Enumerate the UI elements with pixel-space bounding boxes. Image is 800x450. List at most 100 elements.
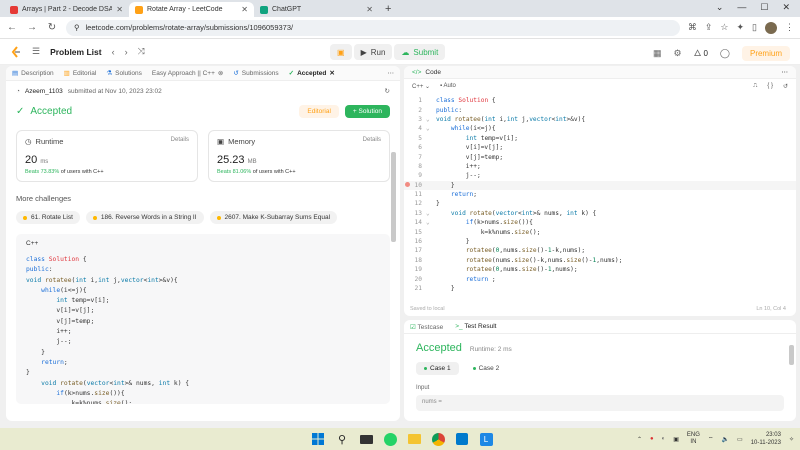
refresh-icon[interactable]: ↻ <box>385 87 390 95</box>
tab-title: ChatGPT <box>272 6 302 13</box>
settings-icon[interactable]: ⚙ <box>674 48 682 59</box>
volume-icon[interactable]: 🔈 <box>722 436 729 443</box>
close-window-icon[interactable]: ✕ <box>782 2 790 13</box>
bookmark-icon[interactable]: ⎍ <box>753 83 757 90</box>
breakpoint-dot[interactable] <box>404 181 410 187</box>
problem-list-link[interactable]: Problem List <box>50 47 101 57</box>
clock[interactable]: 23:03 10-11-2023 <box>751 431 781 447</box>
prev-problem-icon[interactable]: ‹ <box>112 47 115 57</box>
case-1-tab[interactable]: Case 1 <box>416 362 459 375</box>
editor-line: 13 ⌄ void rotate(vector<int>& nums, int k… <box>404 209 796 218</box>
code-line: void rotatee(int i,int j,vector<int>&v){ <box>26 276 178 284</box>
browser-tab-leetcode[interactable]: Rotate Array - LeetCode ✕ <box>129 2 254 17</box>
keyboard-language[interactable]: ENG IN <box>687 432 700 446</box>
challenge-chip[interactable]: 61. Rotate List <box>16 211 80 224</box>
tab-submissions[interactable]: ↺ Submissions <box>233 69 278 78</box>
layout-icon[interactable]: ▦ <box>653 48 662 59</box>
user-avatar-icon[interactable]: ◯ <box>720 48 730 59</box>
notification-icon[interactable]: ✧ <box>789 436 794 443</box>
line-number: 2 <box>418 106 422 114</box>
tray-app-icon-2[interactable]: ◐ <box>662 436 666 442</box>
forward-arrow-icon[interactable]: → <box>26 22 38 33</box>
runtime-details[interactable]: Details <box>171 137 189 143</box>
tab-description[interactable]: ▤ Description <box>12 69 54 78</box>
close-icon[interactable]: ⊗ <box>218 69 223 77</box>
challenge-chip[interactable]: 2607. Make K-Subarray Sums Equal <box>209 211 338 224</box>
tab-accepted[interactable]: ✓ Accepted ✕ <box>289 69 335 78</box>
search-icon[interactable]: ⚲ <box>333 430 351 448</box>
wifi-icon[interactable]: ⌔ <box>708 435 714 443</box>
menu-dots-icon[interactable]: ⋮ <box>785 22 794 33</box>
extensions-icon[interactable]: ✦ <box>737 22 745 33</box>
premium-button[interactable]: Premium <box>741 45 790 61</box>
leetcode-logo-icon[interactable] <box>10 45 22 58</box>
folder-icon[interactable] <box>405 430 423 448</box>
tray-app-icon-3[interactable]: ▣ <box>673 436 679 443</box>
fold-gutter[interactable]: ⌄ <box>426 219 436 226</box>
code-editor[interactable]: 1 class Solution {2 public: 3 ⌄ void rotatee(… <box>404 96 796 293</box>
fold-gutter[interactable]: ⌄ <box>426 125 436 132</box>
shuffle-icon[interactable]: ⤨ <box>138 46 145 57</box>
braces-icon[interactable]: { } <box>767 83 773 90</box>
memory-details[interactable]: Details <box>363 137 381 143</box>
battery-icon[interactable]: ▭ <box>737 436 743 443</box>
browser-tab-decode-dsa[interactable]: Arrays | Part 2 - Decode DSA wit ✕ <box>4 2 129 17</box>
chevron-up-icon[interactable]: ⌃ <box>637 436 642 443</box>
app-l-icon[interactable]: L <box>477 430 495 448</box>
windows-start-icon[interactable] <box>309 430 327 448</box>
whatsapp-icon[interactable] <box>381 430 399 448</box>
list-icon[interactable]: ☰ <box>32 46 40 57</box>
vscode-icon[interactable] <box>453 430 471 448</box>
tab-editorial[interactable]: ▥ Editorial <box>64 69 97 78</box>
reload-icon[interactable]: ↻ <box>46 22 58 33</box>
run-button[interactable]: ▶ Run <box>353 44 393 60</box>
solution-button[interactable]: + Solution <box>344 105 390 118</box>
challenge-chip[interactable]: 186. Reverse Words in a String II <box>85 211 204 224</box>
left-scrollbar[interactable] <box>391 152 396 242</box>
tab-solutions[interactable]: ⚗ Solutions <box>106 69 142 78</box>
auto-mode[interactable]: ▪ Auto <box>440 83 456 89</box>
url-field[interactable]: ⚲ leetcode.com/problems/rotate-array/sub… <box>66 19 680 36</box>
submitted-code[interactable]: class Solution {public: void rotatee(int … <box>26 255 380 404</box>
share-icon[interactable]: ⇪ <box>705 22 713 33</box>
close-tab-icon[interactable]: ✕ <box>241 5 248 14</box>
tab-easy-approach[interactable]: Easy Approach || C++ ⊗ <box>152 69 223 78</box>
close-icon[interactable]: ✕ <box>329 69 334 77</box>
browser-tab-chatgpt[interactable]: ChatGPT ✕ <box>254 2 379 17</box>
editorial-button[interactable]: Editorial <box>299 105 339 118</box>
editor-tab-code[interactable]: Code <box>425 69 441 76</box>
debug-button[interactable]: ▣ <box>330 44 352 60</box>
site-info-icon[interactable]: ⚲ <box>74 23 80 32</box>
more-dots-icon[interactable]: ⋯ <box>388 69 395 77</box>
more-dots-icon[interactable]: ⋯ <box>782 68 789 76</box>
new-tab-button[interactable]: + <box>379 2 397 17</box>
next-problem-icon[interactable]: › <box>125 47 128 57</box>
result-scrollbar[interactable] <box>789 345 794 365</box>
editor-line-code: } <box>436 181 455 189</box>
tab-testcase[interactable]: ☑ Testcase <box>410 323 443 331</box>
minimize-icon[interactable]: — <box>737 2 746 13</box>
close-tab-icon[interactable]: ✕ <box>116 5 123 14</box>
fire-icon[interactable]: 🜂 <box>694 44 702 62</box>
sidebar-icon[interactable]: ▯ <box>752 22 757 33</box>
memory-card[interactable]: ▣ Memory Details 25.23 MB Beats 81.06% of… <box>208 130 390 182</box>
runtime-card[interactable]: ◷ Runtime Details 20 ms Beats 73.83% of u… <box>16 130 198 182</box>
case-2-tab[interactable]: Case 2 <box>465 362 508 375</box>
tab-test-result[interactable]: >_ Test Result <box>455 323 496 330</box>
author-name[interactable]: Azeem_1103 <box>25 88 63 95</box>
maximize-icon[interactable]: ☐ <box>760 2 768 13</box>
file-explorer-icon[interactable] <box>357 430 375 448</box>
submit-button[interactable]: ☁ Submit <box>394 44 446 60</box>
fold-gutter[interactable]: ⌄ <box>426 210 436 217</box>
chevron-down-icon[interactable]: ⌄ <box>716 2 724 13</box>
language-select[interactable]: C++ ⌄ <box>412 83 430 90</box>
profile-avatar[interactable] <box>765 21 777 34</box>
fold-gutter[interactable]: ⌄ <box>426 116 436 123</box>
back-arrow-icon[interactable]: ← <box>6 22 18 33</box>
chrome-icon[interactable] <box>429 430 447 448</box>
reset-icon[interactable]: ↺ <box>783 83 788 90</box>
close-tab-icon[interactable]: ✕ <box>366 5 373 14</box>
bookmark-star-icon[interactable]: ☆ <box>720 22 728 33</box>
tray-app-icon[interactable]: ● <box>650 436 654 442</box>
translate-icon[interactable]: ⌘ <box>688 22 697 33</box>
